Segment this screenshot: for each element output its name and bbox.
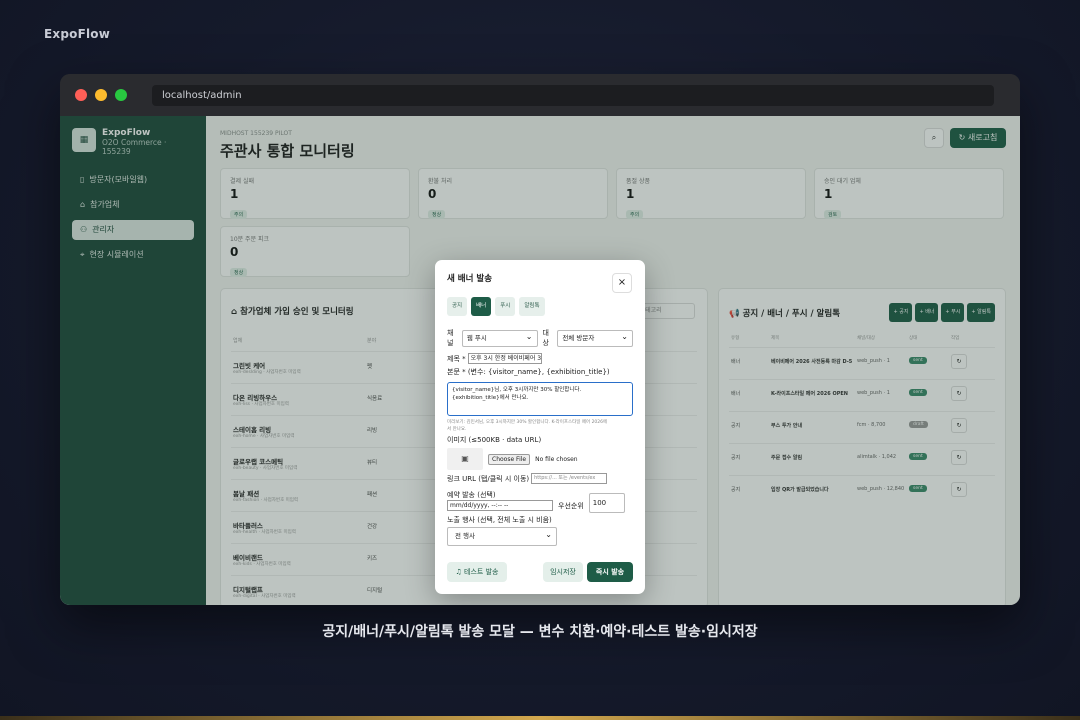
address-bar[interactable]: localhost/admin: [152, 84, 994, 106]
schedule-label: 예약 발송 (선택): [447, 491, 496, 499]
image-row: ▣ Choose File No file chosen: [447, 448, 633, 470]
test-send-button[interactable]: ♫ 테스트 발송: [447, 562, 507, 582]
body-textarea[interactable]: {visitor_name}님, 오후 3시까지만 30% 할인합니다. {ex…: [447, 382, 633, 416]
preview-line: 서 만나요.: [447, 427, 467, 432]
title-label: 제목 *: [447, 354, 466, 363]
body-text-line: {visitor_name}님, 오후 3시까지만 30% 할인합니다.: [452, 387, 582, 393]
window-titlebar: localhost/admin: [60, 74, 1020, 116]
browser-window: localhost/admin ▦ ExpoFlow O2O Commerce …: [60, 74, 1020, 605]
target-select[interactable]: 전체 방문자: [557, 329, 633, 347]
bell-icon: ♫: [455, 568, 462, 576]
schedule-row: 예약 발송 (선택) mm/dd/yyyy, --:-- -- 우선순위 100: [447, 490, 633, 513]
accent-line: [0, 716, 1080, 720]
channel-label: 채널: [447, 329, 454, 347]
channel-row: 채널 웹 푸시 대상 전체 방문자: [447, 328, 633, 348]
body-text-line: {exhibition_title}에서 만나요.: [452, 395, 529, 401]
send-now-button[interactable]: 즉시 발송: [587, 562, 633, 582]
app-root: ▦ ExpoFlow O2O Commerce · 155239 ▯ 방문자(모바…: [60, 116, 1020, 605]
link-row: 링크 URL (탭/클릭 시 이동) https://... 또는 /event…: [447, 473, 633, 484]
close-window-button[interactable]: [75, 89, 87, 101]
preview-line: 미리보기: 김민서님, 오후 3시까지만 30% 할인합니다. K-라이프스타일…: [447, 420, 608, 425]
new-banner-modal: 새 배너 발송 × 공지 배너 푸시 알림톡 채널 웹 푸시 대상 전체 방문자…: [435, 260, 645, 594]
close-icon: ×: [617, 277, 627, 288]
title-row: 제목 * 오후 3시 한정 베이비페어 3: [447, 353, 633, 364]
file-status: No file chosen: [535, 455, 578, 463]
image-label: 이미지 (≤500KB · data URL): [447, 436, 542, 444]
tab-banner[interactable]: 배너: [471, 297, 492, 316]
exhibition-select[interactable]: 전 행사: [447, 526, 557, 546]
close-modal-button[interactable]: ×: [612, 273, 632, 293]
type-tabs: 공지 배너 푸시 알림톡: [447, 297, 633, 316]
maximize-window-button[interactable]: [115, 89, 127, 101]
test-send-label: 테스트 발송: [464, 568, 499, 576]
save-draft-button[interactable]: 임시저장: [543, 562, 583, 582]
priority-label: 우선순위: [558, 502, 584, 510]
body-label: 본문 * (변수: {visitor_name}, {exhibition_ti…: [447, 368, 610, 376]
modal-title: 새 배너 발송: [447, 274, 493, 284]
image-icon: ▣: [447, 448, 483, 470]
tab-notice[interactable]: 공지: [447, 297, 468, 316]
exhibition-label: 노출 행사 (선택, 전체 노출 시 비움): [447, 516, 552, 524]
priority-input[interactable]: 100: [588, 493, 625, 513]
schedule-input[interactable]: mm/dd/yyyy, --:-- --: [447, 500, 553, 511]
link-label: 링크 URL (탭/클릭 시 이동): [447, 474, 530, 483]
tab-alimtalk[interactable]: 알림톡: [519, 297, 545, 316]
tab-push[interactable]: 푸시: [495, 297, 516, 316]
minimize-window-button[interactable]: [95, 89, 107, 101]
target-label: 대상: [542, 329, 549, 347]
caption-text: 공지/배너/푸시/알림톡 발송 모달 — 변수 치환·예약·테스트 발송·임시저…: [322, 624, 758, 640]
preview-text: 미리보기: 김민서님, 오후 3시까지만 30% 할인합니다. K-라이프스타일…: [447, 419, 633, 433]
channel-select[interactable]: 웹 푸시: [461, 329, 538, 347]
brand-label: ExpoFlow: [44, 27, 111, 41]
choose-file-button[interactable]: Choose File: [488, 453, 531, 465]
title-input[interactable]: 오후 3시 한정 베이비페어 3: [467, 353, 542, 364]
link-input[interactable]: https://... 또는 /events/ex: [531, 473, 608, 484]
